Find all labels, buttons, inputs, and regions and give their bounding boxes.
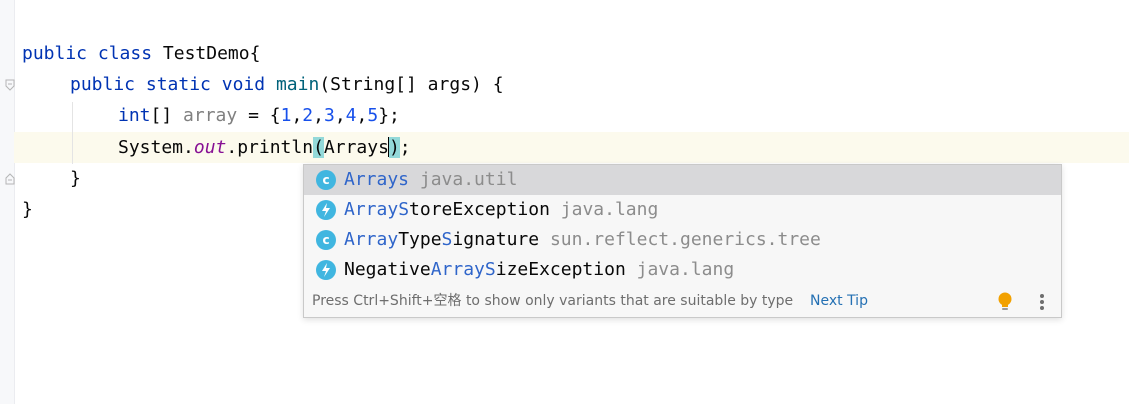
item-text: izeException [495,259,626,280]
completion-hint: Press Ctrl+Shift+空格 to show only variant… [312,293,794,309]
match-text: Array [344,229,399,250]
code-line-4[interactable]: System.out.println(Arrays); [118,132,411,163]
paren-highlight: ) [388,137,400,158]
exception-icon [316,200,336,220]
variable-name: array [183,105,238,126]
number-literal: 4 [345,105,357,126]
array-brackets: [] [150,105,173,126]
indent-guide [72,102,73,164]
lightbulb-icon[interactable] [997,292,1013,312]
code-line-2[interactable]: public static void main(String[] args) { [70,69,504,100]
package-name: sun.reflect.generics.tree [549,229,821,250]
class-icon: c [316,170,336,190]
next-tip-link[interactable]: Next Tip [810,286,868,316]
package-name: java.lang [560,199,659,220]
completion-footer: Press Ctrl+Shift+空格 to show only variant… [304,286,1061,316]
paren-highlight: ( [313,137,324,158]
keyword: public [22,43,88,64]
exception-icon [316,260,336,280]
package-name: java.lang [636,259,735,280]
match-text: S [398,199,410,220]
code-line-6[interactable]: } [22,194,33,225]
system-ref: System. [118,137,194,158]
comma: , [291,105,303,126]
assignment: = { [237,105,281,126]
class-name: TestDemo{ [162,43,261,64]
code-line-3[interactable]: int[] array = {1,2,3,4,5}; [118,100,400,131]
method-call: .println [226,137,314,158]
semicolon: ; [399,137,411,158]
match-text: Array [344,199,399,220]
more-options-icon[interactable] [1034,293,1050,311]
keyword: static [145,74,211,95]
number-literal: 3 [323,105,335,126]
code-completion-popup[interactable]: c Arrays java.util ArrayStoreException j… [303,164,1062,318]
completion-item[interactable]: NegativeArraySizeException java.lang [304,255,1061,285]
item-text: Type [398,229,442,250]
comma: , [313,105,324,126]
number-literal: 2 [302,105,314,126]
static-field: out [193,137,227,158]
completion-item[interactable]: c Arrays java.util [304,165,1061,195]
match-text: Arrays [344,169,410,190]
closing-brace: } [70,168,81,189]
keyword: void [221,74,266,95]
comma: , [356,105,368,126]
number-literal: 5 [367,105,379,126]
match-text: Array [430,259,485,280]
keyword: public [70,74,136,95]
match-text: S [484,259,496,280]
package-name: java.util [419,169,518,190]
typed-identifier: Arrays [323,137,389,158]
method-name: main [275,74,320,95]
closing-brace: } [22,199,33,220]
method-signature: (String[] args) { [319,74,504,95]
array-end: }; [378,105,400,126]
code-line-5[interactable]: } [70,163,81,194]
class-icon: c [316,230,336,250]
keyword: class [97,43,153,64]
item-text: ignature [452,229,540,250]
number-literal: 1 [280,105,292,126]
code-line-1[interactable]: public class TestDemo{ [22,38,260,69]
comma: , [334,105,346,126]
item-text: Negative [344,259,431,280]
completion-item[interactable]: ArrayStoreException java.lang [304,195,1061,225]
completion-item[interactable]: c ArrayTypeSignature sun.reflect.generic… [304,225,1061,255]
item-text: toreException [409,199,550,220]
type-keyword: int [118,105,151,126]
match-text: S [441,229,453,250]
